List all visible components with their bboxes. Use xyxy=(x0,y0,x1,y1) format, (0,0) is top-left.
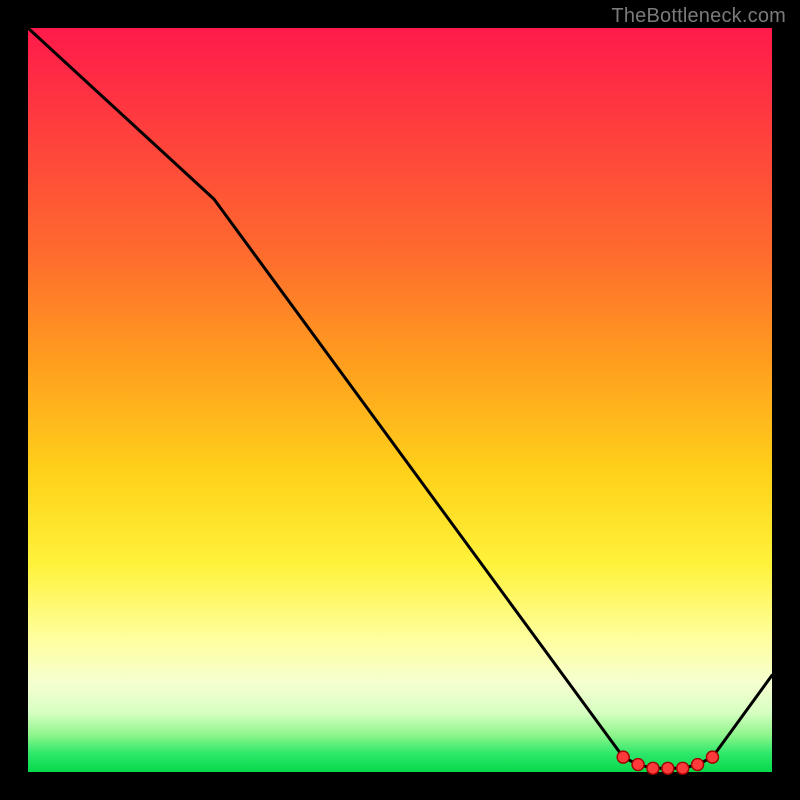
data-point xyxy=(677,762,689,774)
watermark-label: TheBottleneck.com xyxy=(611,5,786,28)
data-point xyxy=(617,751,629,763)
plot-area xyxy=(28,28,772,772)
data-point xyxy=(662,762,674,774)
data-point xyxy=(692,759,704,771)
data-point xyxy=(706,751,718,763)
data-point xyxy=(632,759,644,771)
chart-stage: TheBottleneck.com xyxy=(0,0,800,800)
data-point xyxy=(647,762,659,774)
series-line xyxy=(28,28,772,768)
line-chart-svg xyxy=(28,28,772,772)
series-markers xyxy=(617,751,718,774)
